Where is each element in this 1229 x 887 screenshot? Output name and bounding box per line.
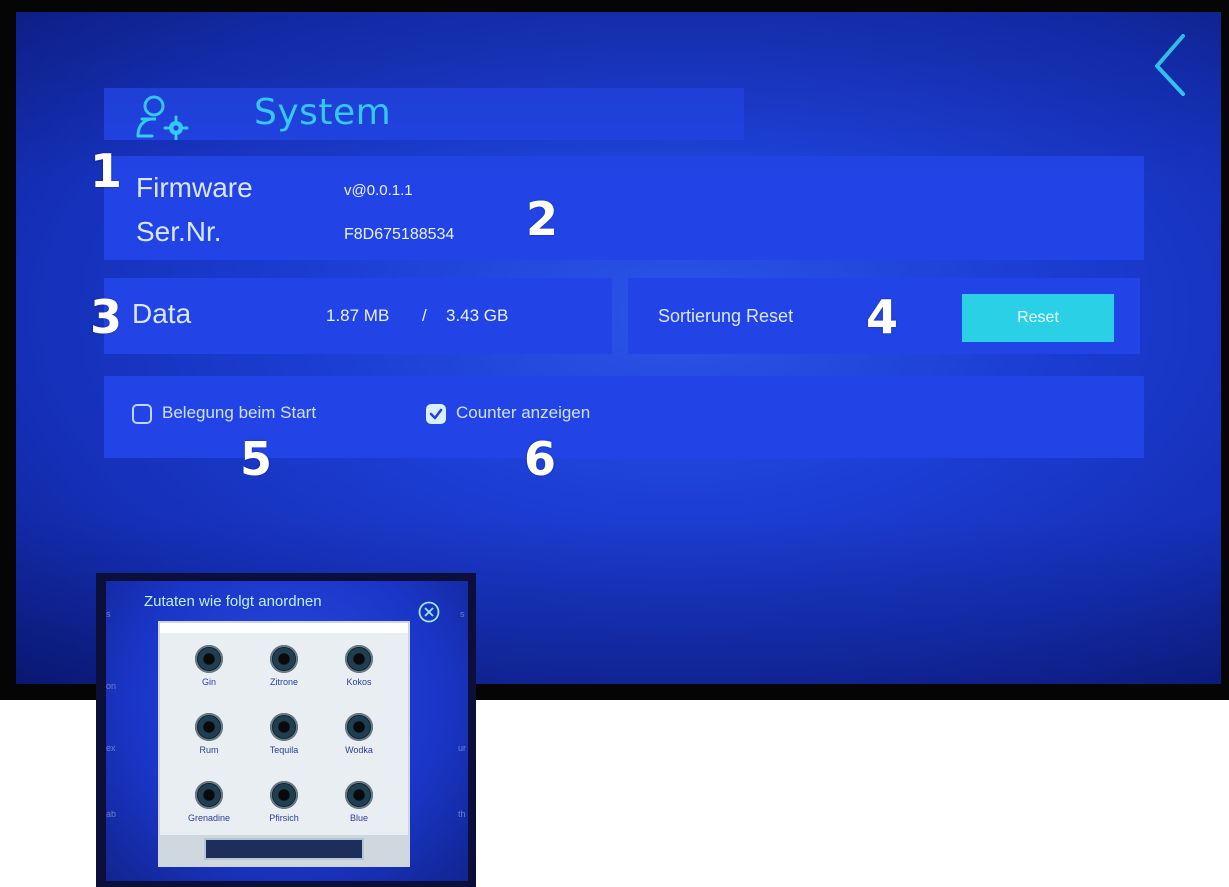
checkmark-icon (429, 408, 443, 420)
slot-label: Zitrone (269, 677, 298, 687)
slot-label: Rum (199, 745, 219, 755)
slot-tequila: Tequila (249, 713, 319, 755)
bottle-port-icon (270, 713, 298, 741)
annotation-3: 3 (90, 290, 123, 344)
slot-label: Tequila (269, 745, 299, 755)
slot-label: Pfirsich (269, 813, 299, 823)
slot-rum: Rum (174, 713, 244, 755)
annotation-2: 2 (526, 192, 559, 246)
sort-reset-label: Sortierung Reset (658, 306, 794, 326)
close-button[interactable] (418, 601, 440, 623)
slot-blue: Blue (324, 781, 394, 823)
tray-top-edge (160, 623, 408, 633)
annotation-5: 5 (240, 432, 273, 486)
bottle-port-icon (270, 781, 298, 809)
data-used-value: 1.87 MB (326, 306, 390, 325)
back-button[interactable] (1145, 30, 1195, 100)
tray-bottom-edge (160, 835, 408, 865)
data-usage-panel: Data 1.87 MB / 3.43 GB (104, 278, 612, 354)
slot-kokos: Kokos (324, 645, 394, 687)
chevron-left-icon (1155, 34, 1185, 96)
data-label: Data (132, 298, 192, 329)
annotation-4: 4 (866, 290, 899, 344)
data-total-value: 3.43 GB (446, 306, 509, 325)
serial-label: Ser.Nr. (136, 216, 222, 247)
belegung-checkbox[interactable] (132, 404, 152, 424)
slot-zitrone: Zitrone (249, 645, 319, 687)
firmware-value: v@0.0.1.1 (344, 182, 413, 199)
slot-label: Grenadine (187, 813, 231, 823)
ingredient-layout-inset: s on ex ab s ur th Zutaten wie folgt ano… (96, 573, 476, 887)
inset-title: Zutaten wie folgt anordnen (144, 593, 322, 610)
slot-pfirsich: Pfirsich (249, 781, 319, 823)
firmware-label: Firmware (136, 172, 253, 203)
page-title: System (254, 92, 392, 133)
tray-label-plate (204, 838, 364, 860)
system-header: System (104, 88, 744, 141)
slot-label: Wodka (345, 745, 373, 755)
bottle-port-icon (195, 781, 223, 809)
slot-label: Blue (349, 813, 368, 823)
counter-checkbox[interactable] (426, 404, 446, 424)
device-info-panel: Firmware v@0.0.1.1 Ser.Nr. F8D675188534 (104, 156, 1144, 260)
close-circle-icon (418, 601, 440, 623)
data-separator: / (422, 306, 427, 325)
slot-label: Kokos (346, 677, 372, 687)
belegung-label: Belegung beim Start (162, 403, 317, 422)
ingredient-tray: Gin Zitrone Kokos Rum Tequila Wodka Gren… (158, 621, 410, 867)
slot-wodka: Wodka (324, 713, 394, 755)
slot-grenadine: Grenadine (174, 781, 244, 823)
counter-label: Counter anzeigen (456, 403, 591, 422)
serial-value: F8D675188534 (344, 226, 455, 243)
annotation-6: 6 (524, 432, 557, 486)
slot-label: Gin (201, 677, 216, 687)
bottle-port-icon (345, 781, 373, 809)
bottle-port-icon (270, 645, 298, 673)
slot-gin: Gin (174, 645, 244, 687)
annotation-1: 1 (90, 144, 123, 198)
bottle-port-icon (195, 713, 223, 741)
user-gear-icon (132, 92, 196, 141)
bottle-port-icon (195, 645, 223, 673)
reset-button[interactable]: Reset (962, 294, 1114, 342)
bottle-port-icon (345, 645, 373, 673)
bottle-port-icon (345, 713, 373, 741)
